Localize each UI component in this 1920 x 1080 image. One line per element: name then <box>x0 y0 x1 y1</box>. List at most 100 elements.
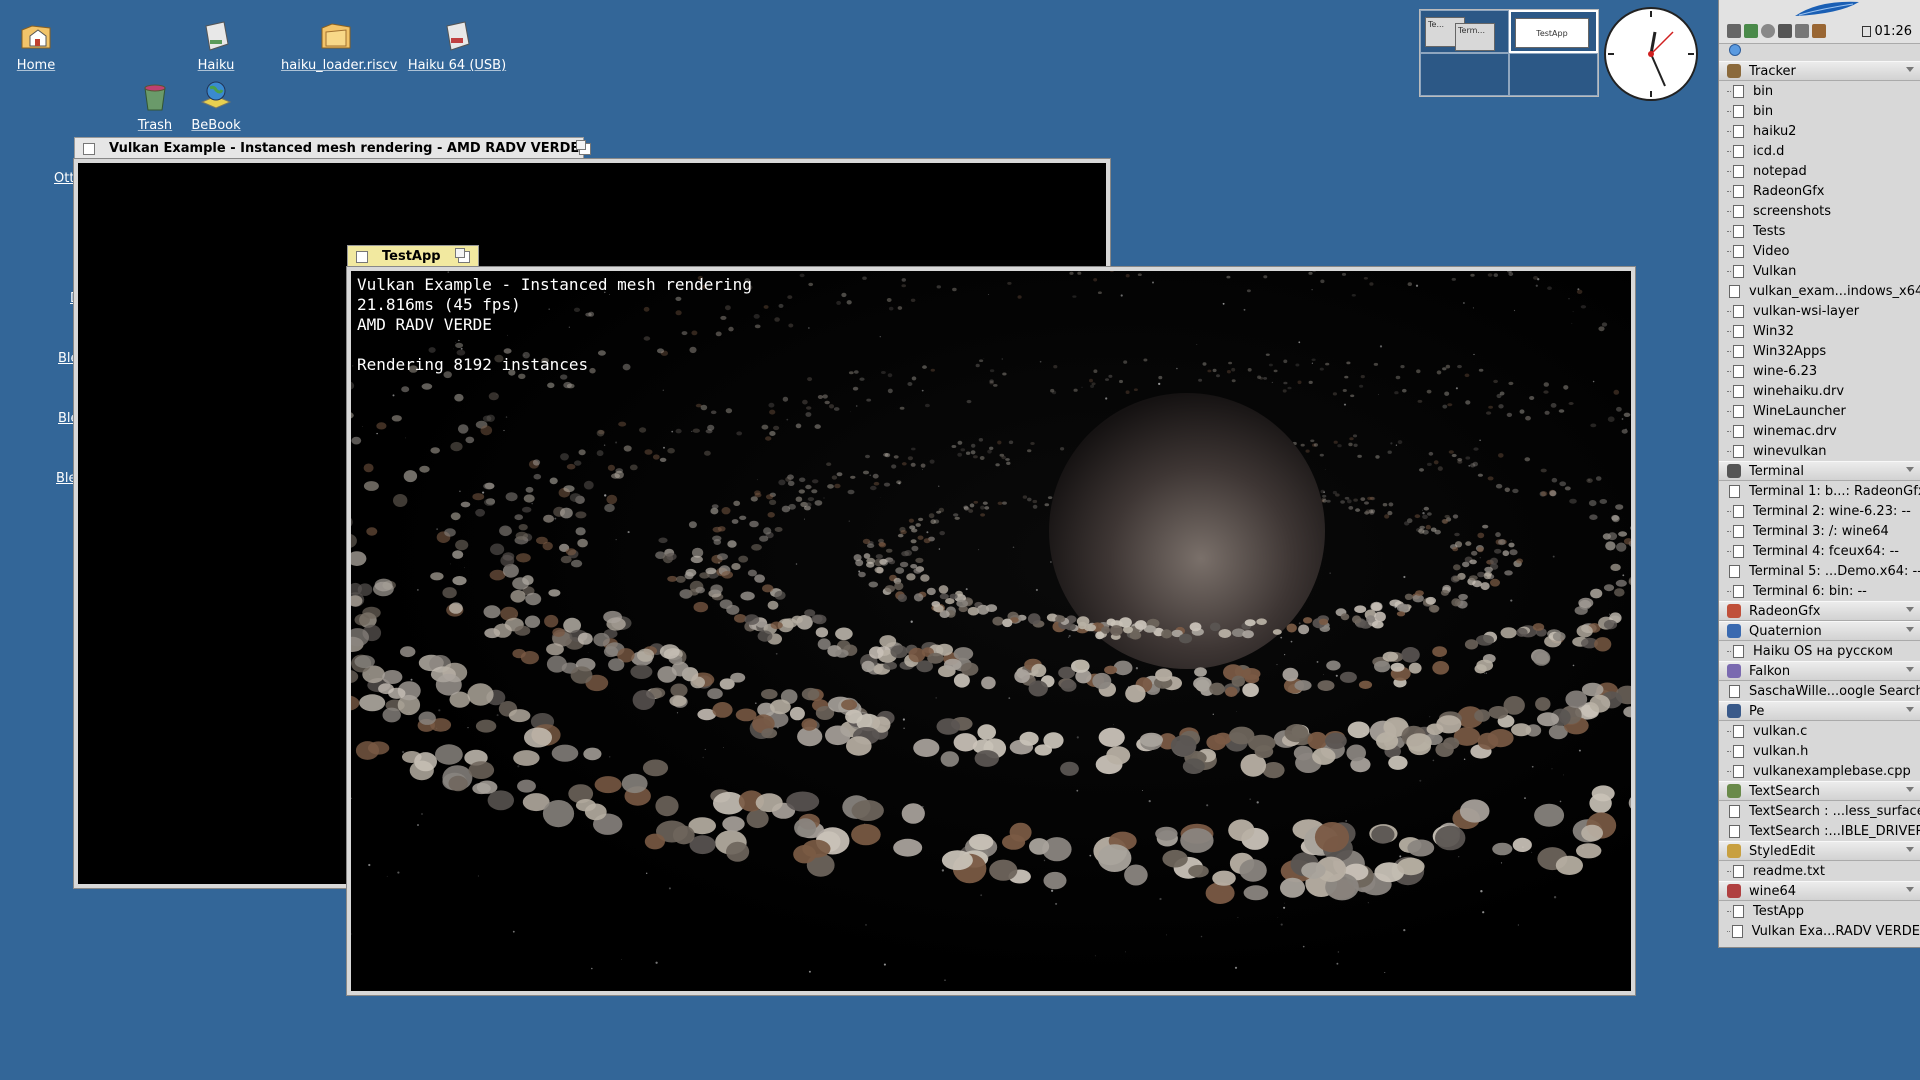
tray-icon-monitor[interactable] <box>1727 24 1741 38</box>
deskbar-window-label: Terminal 5: ...Demo.x64: -- <box>1749 563 1920 579</box>
deskbar-clock[interactable]: 01:26 <box>1861 24 1912 39</box>
expand-arrow-icon[interactable] <box>1906 847 1914 852</box>
deskbar-window-item[interactable]: notepad <box>1719 161 1920 181</box>
workspace-4[interactable] <box>1509 53 1598 96</box>
tray-icon-volume[interactable] <box>1761 24 1775 38</box>
workspaces-applet[interactable]: Te... Term... TestApp <box>1419 9 1599 97</box>
deskbar-window-item[interactable]: RadeonGfx <box>1719 181 1920 201</box>
asteroid <box>1581 824 1603 842</box>
star <box>512 930 515 933</box>
asteroid <box>1305 449 1310 453</box>
tray-icon-screenshot[interactable] <box>1778 24 1792 38</box>
asteroid <box>965 451 971 455</box>
expand-arrow-icon[interactable] <box>1906 67 1914 72</box>
asteroid <box>1293 745 1313 761</box>
deskbar-window-item[interactable]: Tests <box>1719 221 1920 241</box>
asteroid <box>1308 380 1313 384</box>
window-tab[interactable]: TestApp <box>347 245 479 267</box>
desktop-icon-haiku-loader[interactable]: haiku_loader.riscv <box>281 18 397 73</box>
close-box-icon[interactable] <box>83 142 95 155</box>
deskbar-window-item[interactable]: Terminal 2: wine-6.23: -- <box>1719 501 1920 521</box>
zoom-box-icon[interactable] <box>455 247 470 263</box>
analog-clock[interactable] <box>1603 6 1699 102</box>
desktop-icon-bebook[interactable]: BeBook <box>161 78 271 133</box>
tray-icon-package[interactable] <box>1812 24 1826 38</box>
deskbar-window-item[interactable]: Win32 <box>1719 321 1920 341</box>
deskbar-app-entry[interactable]: Falkon <box>1719 661 1920 681</box>
expand-arrow-icon[interactable] <box>1906 467 1914 472</box>
deskbar-window-item[interactable]: Terminal 3: /: wine64 <box>1719 521 1920 541</box>
deskbar-window-item[interactable]: winehaiku.drv <box>1719 381 1920 401</box>
deskbar-app-entry[interactable]: Pe <box>1719 701 1920 721</box>
deskbar-window-item[interactable]: TestApp <box>1719 901 1920 921</box>
deskbar-window-item[interactable]: vulkan.h <box>1719 741 1920 761</box>
deskbar-window-item[interactable]: SaschaWille...oogle Search <box>1719 681 1920 701</box>
desktop-icon-haiku[interactable]: Haiku <box>161 18 271 73</box>
tree-line <box>1727 450 1731 452</box>
deskbar-window-item[interactable]: vulkan_exam...indows_x64 <box>1719 281 1920 301</box>
expand-arrow-icon[interactable] <box>1906 707 1914 712</box>
window-tab[interactable]: Vulkan Example - Instanced mesh renderin… <box>74 137 592 159</box>
deskbar-window-item[interactable]: Vulkan Exa...RADV VERDE <box>1719 921 1920 941</box>
deskbar-window-item[interactable]: WineLauncher <box>1719 401 1920 421</box>
deskbar-window-item[interactable]: vulkanexamplebase.cpp <box>1719 761 1920 781</box>
deskbar-window-item[interactable]: vulkan-wsi-layer <box>1719 301 1920 321</box>
haiku-leaf-menu-icon[interactable] <box>1789 0 1861 20</box>
workspace-2[interactable]: TestApp <box>1509 10 1598 53</box>
deskbar-window-item[interactable]: Terminal 1: b...: RadeonGfx <box>1719 481 1920 501</box>
deskbar-app-entry[interactable]: Quaternion <box>1719 621 1920 641</box>
status-indicator-icon[interactable] <box>1729 44 1741 56</box>
close-box-icon[interactable] <box>356 250 368 263</box>
asteroid <box>1589 514 1598 520</box>
desktop-icon-haiku64-usb[interactable]: Haiku 64 (USB) <box>402 18 512 73</box>
expand-arrow-icon[interactable] <box>1906 667 1914 672</box>
deskbar-window-item[interactable]: readme.txt <box>1719 861 1920 881</box>
deskbar-app-entry[interactable]: Tracker <box>1719 61 1920 81</box>
expand-arrow-icon[interactable] <box>1906 887 1914 892</box>
testapp-render-area[interactable]: Vulkan Example - Instanced mesh renderin… <box>346 266 1636 996</box>
star <box>1531 765 1534 768</box>
deskbar-window-item[interactable]: wine-6.23 <box>1719 361 1920 381</box>
asteroid <box>1454 541 1463 548</box>
asteroid <box>452 576 467 586</box>
tray-icon-tool[interactable] <box>1795 24 1809 38</box>
deskbar-window-item[interactable]: winemac.drv <box>1719 421 1920 441</box>
workspace-3[interactable] <box>1420 53 1509 96</box>
deskbar-window-item[interactable]: Haiku OS на русском <box>1719 641 1920 661</box>
deskbar-window-item[interactable]: Video <box>1719 241 1920 261</box>
desktop-icon-label-partial[interactable]: Ott <box>54 171 74 186</box>
deskbar-window-item[interactable]: haiku2 <box>1719 121 1920 141</box>
asteroid <box>960 448 966 452</box>
deskbar-app-entry[interactable]: RadeonGfx <box>1719 601 1920 621</box>
deskbar-window-item[interactable]: Vulkan <box>1719 261 1920 281</box>
expand-arrow-icon[interactable] <box>1906 627 1914 632</box>
deskbar-app-entry[interactable]: StyledEdit <box>1719 841 1920 861</box>
deskbar[interactable]: 01:26 Tracker bin bin haiku2 icd.d notepad Rad… <box>1718 0 1920 948</box>
deskbar-window-item[interactable]: bin <box>1719 101 1920 121</box>
deskbar-app-entry[interactable]: TextSearch <box>1719 781 1920 801</box>
deskbar-window-item[interactable]: TextSearch :...IBLE_DRIVER <box>1719 821 1920 841</box>
deskbar-window-item[interactable]: icd.d <box>1719 141 1920 161</box>
deskbar-app-entry[interactable]: Terminal <box>1719 461 1920 481</box>
expand-arrow-icon[interactable] <box>1906 787 1914 792</box>
star <box>376 432 378 435</box>
star <box>1463 758 1466 761</box>
deskbar-window-item[interactable]: Terminal 5: ...Demo.x64: -- <box>1719 561 1920 581</box>
deskbar-window-item[interactable]: screenshots <box>1719 201 1920 221</box>
app-icon <box>1727 664 1741 678</box>
workspace-1[interactable]: Te... Term... <box>1420 10 1509 53</box>
deskbar-window-item[interactable]: Win32Apps <box>1719 341 1920 361</box>
deskbar-window-item[interactable]: winevulkan <box>1719 441 1920 461</box>
deskbar-app-entry[interactable]: wine64 <box>1719 881 1920 901</box>
deskbar-window-item[interactable]: TextSearch : ...less_surface <box>1719 801 1920 821</box>
asteroid <box>1457 458 1463 462</box>
tray-icon-network[interactable] <box>1744 24 1758 38</box>
deskbar-window-item[interactable]: Terminal 4: fceux64: -- <box>1719 541 1920 561</box>
deskbar-window-item[interactable]: bin <box>1719 81 1920 101</box>
deskbar-window-item[interactable]: vulkan.c <box>1719 721 1920 741</box>
zoom-box-icon[interactable] <box>576 139 592 155</box>
expand-arrow-icon[interactable] <box>1906 607 1914 612</box>
asteroid <box>1162 849 1188 868</box>
deskbar-window-item[interactable]: Terminal 6: bin: -- <box>1719 581 1920 601</box>
desktop-icon-home[interactable]: Home <box>0 18 91 73</box>
